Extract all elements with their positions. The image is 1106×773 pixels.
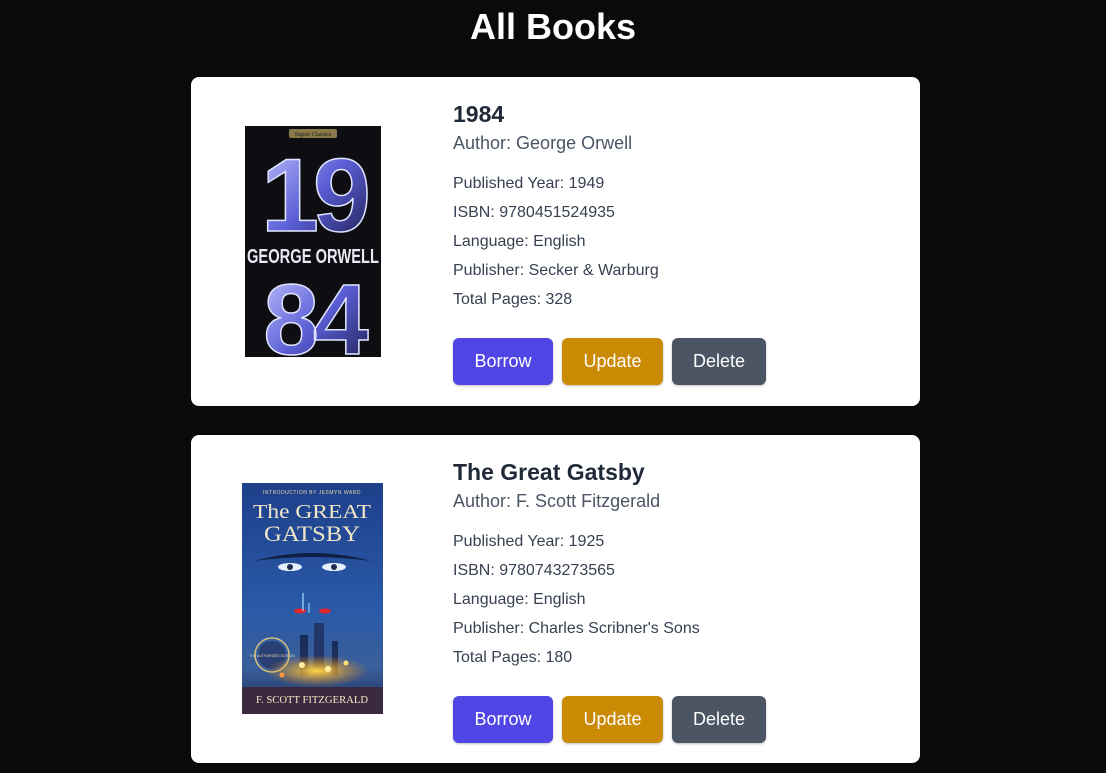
- page-title: All Books: [469, 6, 637, 47]
- svg-text:THE AUTHORIZED EDITION: THE AUTHORIZED EDITION: [249, 654, 295, 658]
- delete-button[interactable]: Delete: [672, 338, 766, 385]
- borrow-button[interactable]: Borrow: [453, 696, 553, 743]
- svg-text:The GREAT: The GREAT: [253, 501, 371, 523]
- publisher: Publisher: Charles Scribner's Sons: [453, 620, 700, 637]
- book-author: Author: F. Scott Fitzgerald: [453, 491, 661, 511]
- update-button[interactable]: Update: [562, 696, 663, 743]
- published-year: Published Year: 1949: [453, 175, 605, 192]
- isbn: ISBN: 9780743273565: [453, 562, 615, 579]
- total-pages: Total Pages: 180: [453, 649, 573, 666]
- book-card: Signet Classics 19 GEORGE ORWELL 84 1984…: [191, 77, 920, 406]
- borrow-button[interactable]: Borrow: [453, 338, 553, 385]
- total-pages: Total Pages: 328: [453, 291, 573, 308]
- update-button[interactable]: Update: [562, 338, 663, 385]
- isbn: ISBN: 9780451524935: [453, 204, 615, 221]
- publisher: Publisher: Secker & Warburg: [453, 262, 659, 279]
- published-year: Published Year: 1925: [453, 533, 605, 550]
- book-title: 1984: [453, 101, 505, 127]
- book-actions: Borrow Update Delete: [453, 696, 766, 743]
- book-card: INTRODUCTION BY JESMYN WARD The GREAT GA…: [191, 435, 920, 763]
- book-author: Author: George Orwell: [453, 133, 633, 153]
- book-title: The Great Gatsby: [453, 459, 645, 485]
- language: Language: English: [453, 233, 586, 250]
- delete-button[interactable]: Delete: [672, 696, 766, 743]
- svg-text:F. SCOTT FITZGERALD: F. SCOTT FITZGERALD: [256, 694, 368, 706]
- svg-text:INTRODUCTION BY JESMYN WARD: INTRODUCTION BY JESMYN WARD: [263, 490, 361, 496]
- book-details: Published Year: 1949 ISBN: 9780451524935…: [453, 175, 893, 309]
- book-cover-image: Signet Classics 19 GEORGE ORWELL 84: [245, 126, 381, 357]
- language: Language: English: [453, 591, 586, 608]
- svg-text:19: 19: [261, 138, 367, 254]
- svg-text:84: 84: [263, 264, 369, 357]
- book-actions: Borrow Update Delete: [453, 338, 766, 385]
- book-cover-image: INTRODUCTION BY JESMYN WARD The GREAT GA…: [242, 483, 383, 714]
- svg-text:GATSBY: GATSBY: [264, 521, 360, 546]
- book-details: Published Year: 1925 ISBN: 9780743273565…: [453, 533, 893, 667]
